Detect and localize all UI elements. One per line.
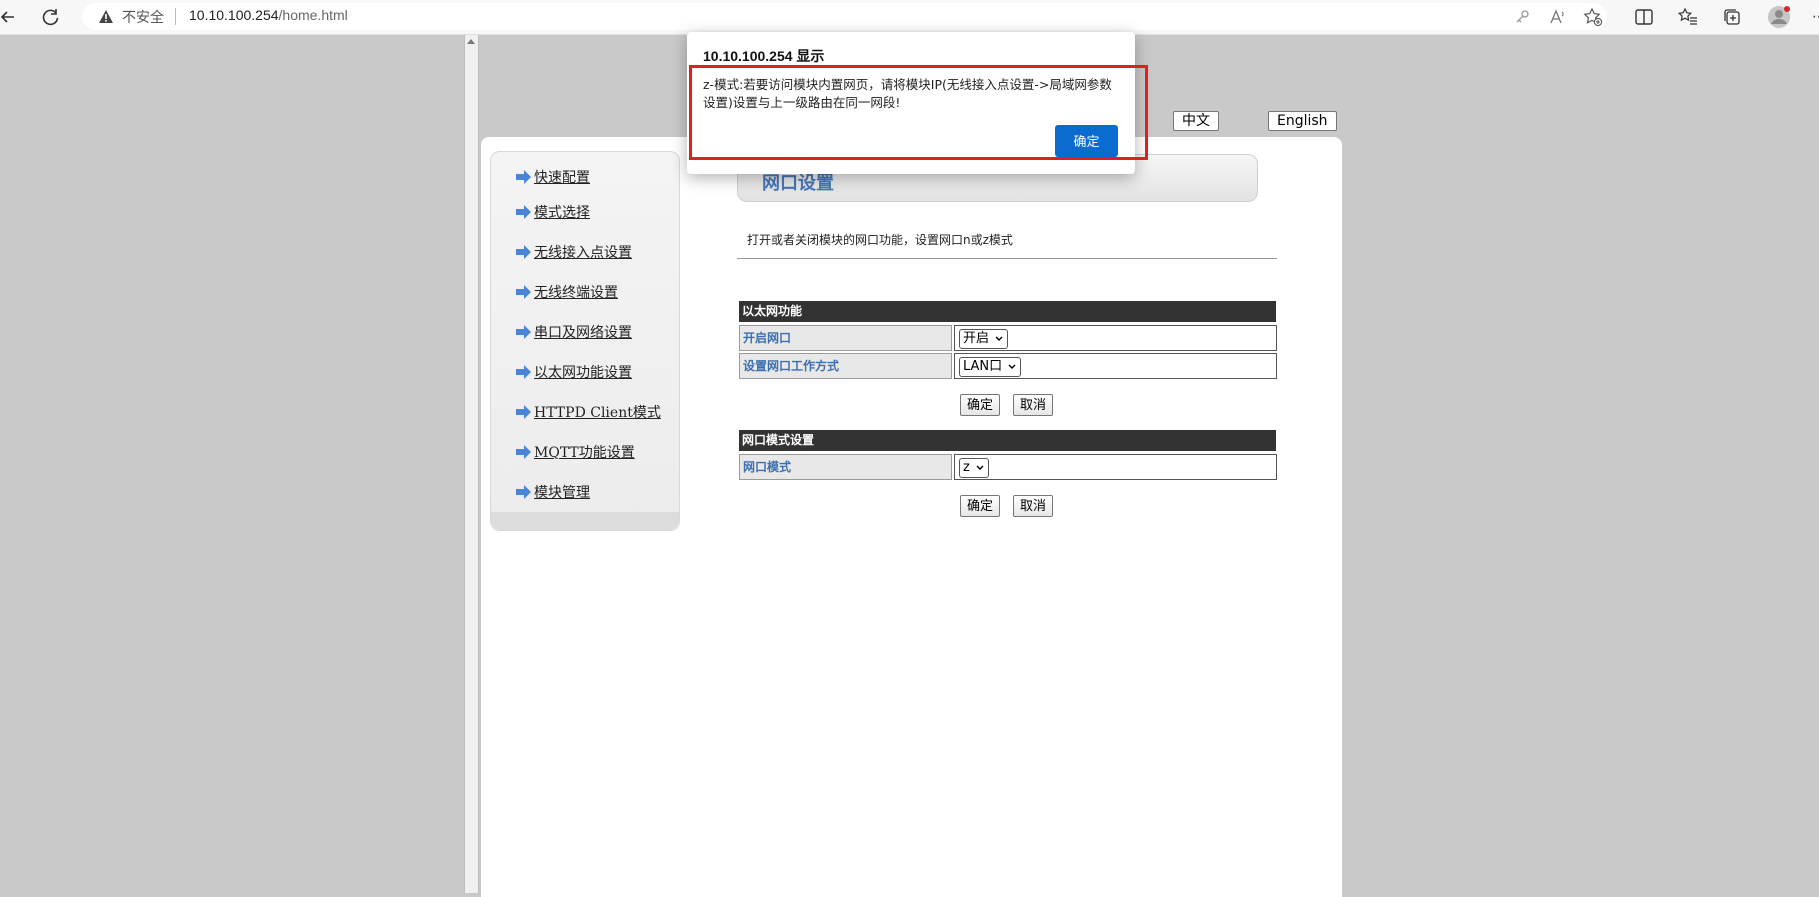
port-mode-row: 设置网口工作方式 LAN口 bbox=[739, 353, 1277, 379]
ethernet-ok-button[interactable]: 确定 bbox=[960, 394, 1001, 416]
address-separator bbox=[175, 8, 176, 25]
port-work-mode-value: LAN口 bbox=[963, 359, 1003, 374]
sidebar-item-mode-select[interactable]: 模式选择 bbox=[515, 202, 590, 222]
sidebar-item-label[interactable]: MQTT功能设置 bbox=[534, 442, 635, 462]
reload-icon[interactable] bbox=[41, 7, 61, 27]
frame-scrollbar[interactable] bbox=[464, 35, 479, 893]
sidebar-item-label[interactable]: 模块管理 bbox=[534, 482, 590, 502]
address-bar[interactable]: 不安全 10.10.100.254/home.html bbox=[82, 3, 1607, 30]
arrow-right-icon bbox=[516, 285, 531, 299]
read-aloud-icon[interactable] bbox=[1549, 8, 1567, 26]
enable-port-row: 开启网口 开启 bbox=[739, 325, 1277, 351]
enable-port-value: 开启 bbox=[963, 331, 990, 346]
sidebar-item-label[interactable]: 无线终端设置 bbox=[534, 282, 618, 302]
favorites-icon[interactable] bbox=[1678, 7, 1698, 27]
url-path: /home.html bbox=[278, 7, 348, 23]
network-mode-select[interactable]: z bbox=[959, 458, 989, 478]
key-icon[interactable] bbox=[1514, 9, 1530, 25]
arrow-right-icon bbox=[516, 485, 531, 499]
collections-icon[interactable] bbox=[1722, 7, 1742, 27]
sidebar: 快速配置 模式选择 无线接入点设置 无线终端设置 串口及网络设置 以太网功能设置 bbox=[490, 151, 680, 531]
chevron-down-icon bbox=[976, 465, 984, 470]
enable-port-label: 开启网口 bbox=[739, 325, 952, 351]
arrow-right-icon bbox=[516, 245, 531, 259]
port-work-mode-select[interactable]: LAN口 bbox=[959, 357, 1022, 377]
arrow-right-icon bbox=[516, 205, 531, 219]
dialog-origin: 10.10.100.254 显示 bbox=[703, 48, 825, 64]
divider bbox=[737, 258, 1277, 259]
sidebar-item-label[interactable]: HTTPD Client模式 bbox=[534, 402, 661, 422]
sidebar-item-sta-settings[interactable]: 无线终端设置 bbox=[515, 282, 618, 302]
main-panel: 快速配置 模式选择 无线接入点设置 无线终端设置 串口及网络设置 以太网功能设置 bbox=[481, 137, 1342, 897]
sidebar-item-label[interactable]: 以太网功能设置 bbox=[534, 362, 632, 382]
sidebar-item-label[interactable]: 串口及网络设置 bbox=[534, 322, 632, 342]
arrow-right-icon bbox=[516, 365, 531, 379]
more-menu-icon[interactable]: ⋯ bbox=[1812, 9, 1819, 25]
sidebar-item-label[interactable]: 无线接入点设置 bbox=[534, 242, 632, 262]
browser-toolbar: 不安全 10.10.100.254/home.html ⋯ bbox=[0, 0, 1819, 35]
chevron-down-icon bbox=[995, 336, 1003, 341]
sidebar-item-label[interactable]: 模式选择 bbox=[534, 202, 590, 222]
sidebar-item-label[interactable]: 快速配置 bbox=[534, 167, 590, 187]
sidebar-item-quick-config[interactable]: 快速配置 bbox=[515, 167, 590, 187]
enable-port-select[interactable]: 开启 bbox=[959, 329, 1009, 349]
network-mode-cell: z bbox=[954, 454, 1277, 480]
enable-port-cell: 开启 bbox=[954, 325, 1277, 351]
warning-icon bbox=[99, 10, 113, 23]
sidebar-item-module-management[interactable]: 模块管理 bbox=[515, 482, 590, 502]
network-mode-label: 网口模式 bbox=[739, 454, 952, 480]
network-mode-row: 网口模式 z bbox=[739, 454, 1277, 480]
sidebar-item-serial-network[interactable]: 串口及网络设置 bbox=[515, 322, 632, 342]
url-text[interactable]: 10.10.100.254/home.html bbox=[189, 7, 348, 23]
sidebar-item-httpd-client[interactable]: HTTPD Client模式 bbox=[515, 402, 661, 422]
ethernet-section-header: 以太网功能 bbox=[739, 301, 1276, 322]
highlight-annotation-box bbox=[689, 65, 1148, 160]
port-mode-ok-button[interactable]: 确定 bbox=[960, 495, 1001, 517]
chevron-down-icon bbox=[1008, 364, 1016, 369]
port-work-mode-label: 设置网口工作方式 bbox=[739, 353, 952, 379]
network-mode-value: z bbox=[963, 460, 970, 475]
port-mode-cancel-button[interactable]: 取消 bbox=[1013, 495, 1054, 517]
ethernet-cancel-button[interactable]: 取消 bbox=[1013, 394, 1054, 416]
arrow-right-icon bbox=[516, 325, 531, 339]
lang-chinese-button[interactable]: 中文 bbox=[1173, 111, 1219, 131]
page-description: 打开或者关闭模块的网口功能，设置网口n或z模式 bbox=[747, 233, 1013, 247]
arrow-right-icon bbox=[516, 170, 531, 184]
arrow-right-icon bbox=[516, 405, 531, 419]
sidebar-item-ethernet[interactable]: 以太网功能设置 bbox=[515, 362, 632, 382]
sidebar-footer bbox=[491, 512, 679, 530]
profile-avatar-icon[interactable] bbox=[1766, 4, 1792, 30]
scroll-up-arrow-icon[interactable] bbox=[467, 39, 475, 44]
port-mode-section-header: 网口模式设置 bbox=[739, 430, 1276, 451]
port-work-mode-cell: LAN口 bbox=[954, 353, 1277, 379]
split-screen-icon[interactable] bbox=[1634, 7, 1654, 27]
sidebar-item-ap-settings[interactable]: 无线接入点设置 bbox=[515, 242, 632, 262]
arrow-right-icon bbox=[516, 445, 531, 459]
back-arrow-icon[interactable] bbox=[0, 7, 20, 27]
add-favorite-icon[interactable] bbox=[1583, 7, 1603, 27]
sidebar-item-mqtt[interactable]: MQTT功能设置 bbox=[515, 442, 635, 462]
security-label[interactable]: 不安全 bbox=[122, 7, 164, 27]
lang-english-button[interactable]: English bbox=[1268, 111, 1337, 131]
url-host: 10.10.100.254 bbox=[189, 7, 279, 23]
